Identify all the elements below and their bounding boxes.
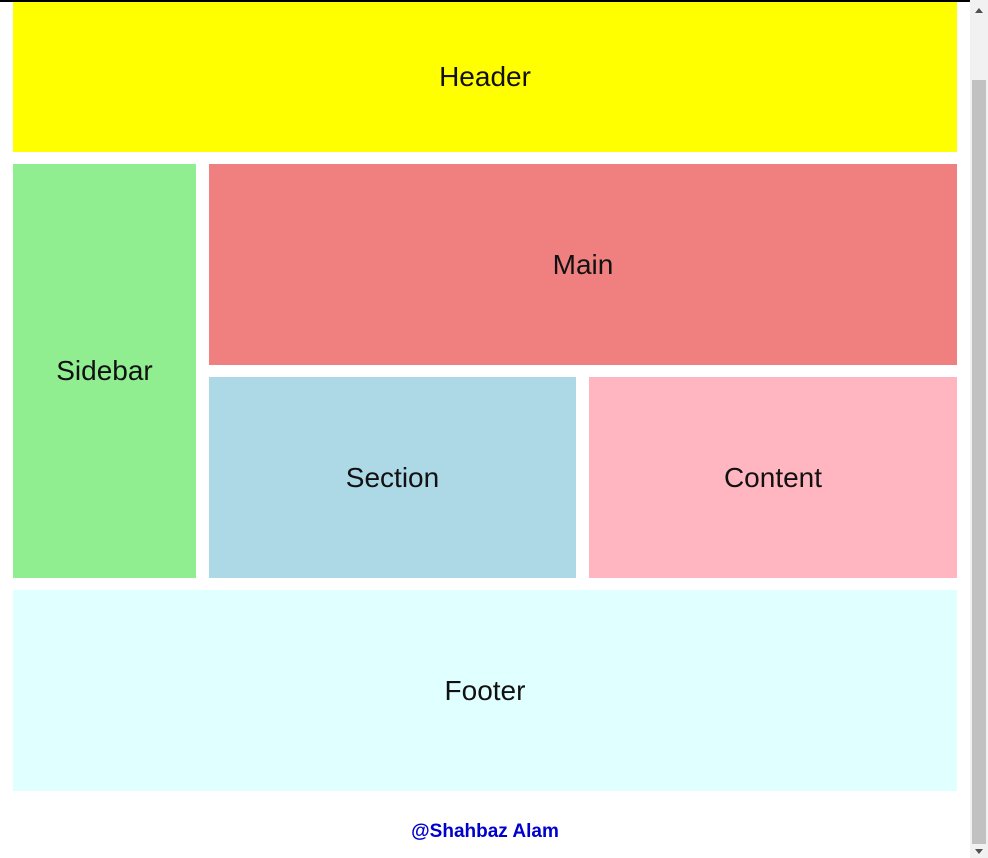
footer-block: Footer	[13, 590, 957, 791]
vertical-scrollbar[interactable]	[970, 0, 988, 858]
sidebar-block: Sidebar	[13, 164, 196, 578]
scroll-down-button[interactable]	[970, 844, 988, 858]
author-credit: @Shahbaz Alam	[411, 821, 559, 842]
section-block: Section	[209, 377, 576, 578]
layout-grid: Header Sidebar Main Section Content Foot…	[13, 2, 957, 791]
scroll-thumb[interactable]	[972, 80, 986, 844]
triangle-down-icon	[975, 848, 983, 854]
triangle-up-icon	[975, 7, 983, 13]
main-block: Main	[209, 164, 957, 365]
content-block: Content	[589, 377, 957, 578]
page: Header Sidebar Main Section Content Foot…	[0, 0, 970, 858]
scroll-up-button[interactable]	[970, 0, 988, 20]
header-block: Header	[13, 2, 957, 152]
